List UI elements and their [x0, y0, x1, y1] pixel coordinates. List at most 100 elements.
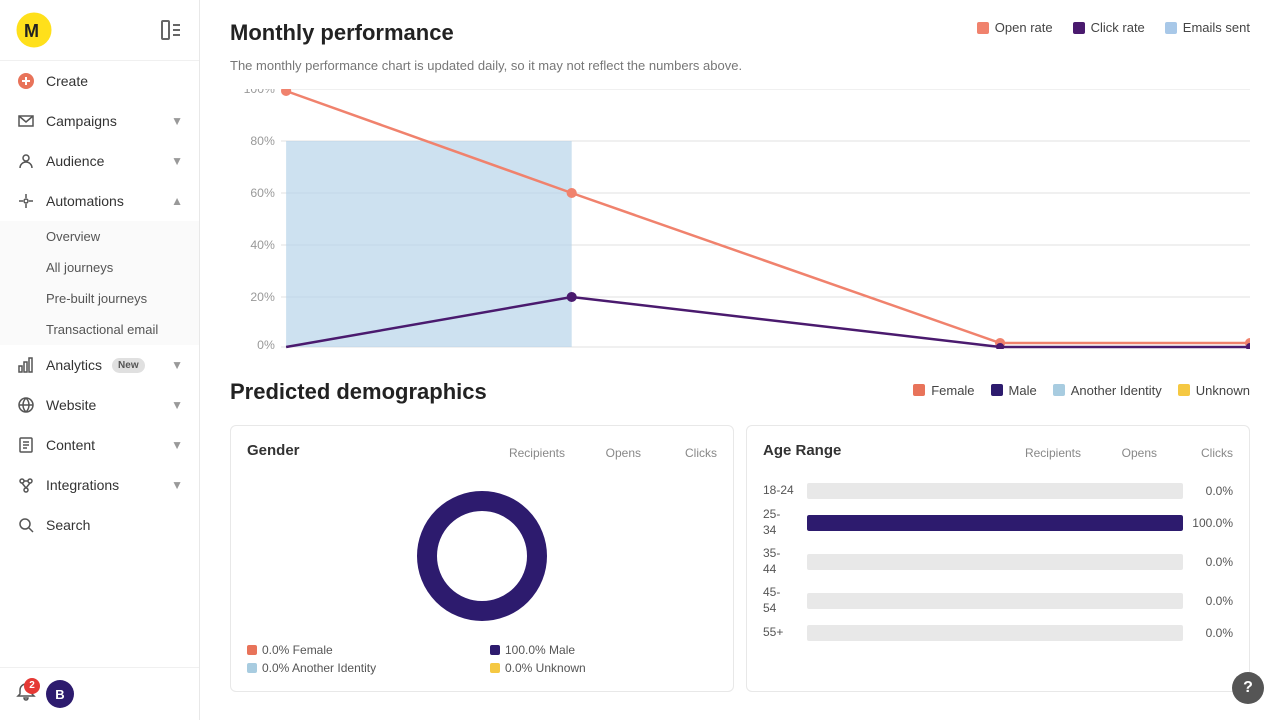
sidebar-item-automations[interactable]: Automations ▲ — [0, 181, 199, 221]
female-legend-dot — [247, 645, 257, 655]
submenu-all-journeys[interactable]: All journeys — [0, 252, 199, 283]
age-range-title: Age Range — [763, 442, 841, 459]
sidebar-item-analytics[interactable]: Analytics New ▼ — [0, 345, 199, 385]
age-bar-container-25-34 — [807, 515, 1183, 531]
age-row-35-44: 35-44 0.0% — [763, 546, 1233, 577]
chart-subtitle: The monthly performance chart is updated… — [230, 58, 1250, 73]
sidebar-item-analytics-label: Analytics — [46, 357, 102, 373]
open-rate-dot-2 — [567, 188, 577, 198]
notification-count: 2 — [24, 678, 40, 694]
sidebar-header: M — [0, 0, 199, 61]
age-bar-container-18-24 — [807, 483, 1183, 499]
website-chevron: ▼ — [171, 398, 183, 412]
legend-click-rate: Click rate — [1073, 20, 1145, 35]
age-row-45-54: 45-54 0.0% — [763, 585, 1233, 616]
age-row-55plus: 55+ 0.0% — [763, 625, 1233, 641]
age-label-45-54: 45-54 — [763, 585, 799, 616]
age-bar-container-45-54 — [807, 593, 1183, 609]
unknown-label: Unknown — [1196, 383, 1250, 398]
user-avatar[interactable]: B — [46, 680, 74, 708]
create-icon — [16, 71, 36, 91]
sidebar-item-audience[interactable]: Audience ▼ — [0, 141, 199, 181]
sidebar-item-campaigns[interactable]: Campaigns ▼ — [0, 101, 199, 141]
click-rate-dot — [1073, 22, 1085, 34]
audience-icon — [16, 151, 36, 171]
legend-female: Female — [913, 383, 974, 398]
demographics-title: Predicted demographics — [230, 379, 487, 405]
age-label-25-34: 25-34 — [763, 507, 799, 538]
age-headers: Recipients Opens Clicks — [1021, 446, 1233, 460]
svg-text:60%: 60% — [250, 186, 275, 200]
female-legend-label: 0.0% Female — [262, 643, 333, 657]
sidebar-toggle-icon[interactable] — [159, 18, 183, 42]
unknown-legend-dot — [490, 663, 500, 673]
legend-another-identity: Another Identity — [1053, 383, 1162, 398]
sidebar-item-search[interactable]: Search — [0, 505, 199, 545]
male-legend-dot — [490, 645, 500, 655]
gender-header-recipients: Recipients — [505, 446, 565, 460]
automations-submenu: Overview All journeys Pre-built journeys… — [0, 221, 199, 345]
open-rate-label: Open rate — [995, 20, 1053, 35]
unknown-legend-label: 0.0% Unknown — [505, 661, 586, 675]
age-pct-25-34: 100.0% — [1191, 516, 1233, 530]
age-bar-container-55plus — [807, 625, 1183, 641]
sidebar-item-website[interactable]: Website ▼ — [0, 385, 199, 425]
another-identity-dot — [1053, 384, 1065, 396]
content-icon — [16, 435, 36, 455]
submenu-transactional-email[interactable]: Transactional email — [0, 314, 199, 345]
sidebar: M Create Campaigns ▼ — [0, 0, 200, 720]
analytics-icon — [16, 355, 36, 375]
another-identity-legend-dot — [247, 663, 257, 673]
gender-headers: Recipients Opens Clicks — [505, 446, 717, 460]
monthly-performance-chart: 100% 80% 60% 40% 20% 0% — [230, 89, 1250, 349]
campaigns-chevron: ▼ — [171, 114, 183, 128]
gender-donut — [247, 481, 717, 631]
age-pct-55plus: 0.0% — [1191, 626, 1233, 640]
analytics-badge: New — [112, 358, 145, 373]
submenu-prebuilt-journeys[interactable]: Pre-built journeys — [0, 283, 199, 314]
legend-emails-sent: Emails sent — [1165, 20, 1250, 35]
automations-icon — [16, 191, 36, 211]
age-rows: 18-24 0.0% 25-34 100.0% — [763, 483, 1233, 641]
chart-legend: Open rate Click rate Emails sent — [977, 20, 1250, 35]
sidebar-item-website-label: Website — [46, 397, 96, 413]
svg-text:M: M — [24, 21, 39, 41]
gender-legend-unknown: 0.0% Unknown — [490, 661, 717, 675]
analytics-chevron: ▼ — [171, 358, 183, 372]
submenu-overview[interactable]: Overview — [0, 221, 199, 252]
age-label-18-24: 18-24 — [763, 483, 799, 499]
svg-text:100%: 100% — [244, 89, 276, 96]
gender-header-opens: Opens — [581, 446, 641, 460]
sidebar-item-create[interactable]: Create — [0, 61, 199, 101]
age-label-55plus: 55+ — [763, 625, 799, 641]
integrations-chevron: ▼ — [171, 478, 183, 492]
age-header-opens: Opens — [1097, 446, 1157, 460]
another-identity-label: Another Identity — [1071, 383, 1162, 398]
main-content: Monthly performance Open rate Click rate… — [200, 0, 1280, 720]
demographics-cards: Gender Recipients Opens Clicks — [230, 425, 1250, 692]
sidebar-item-campaigns-label: Campaigns — [46, 113, 117, 129]
legend-male: Male — [991, 383, 1037, 398]
male-legend-label: 100.0% Male — [505, 643, 575, 657]
help-button[interactable]: ? — [1232, 672, 1264, 704]
svg-text:40%: 40% — [250, 238, 275, 252]
age-pct-45-54: 0.0% — [1191, 594, 1233, 608]
audience-chevron: ▼ — [171, 154, 183, 168]
age-bar-25-34 — [807, 515, 1183, 531]
mailchimp-logo[interactable]: M — [16, 12, 52, 48]
click-rate-label: Click rate — [1091, 20, 1145, 35]
content-chevron: ▼ — [171, 438, 183, 452]
age-row-25-34: 25-34 100.0% — [763, 507, 1233, 538]
sidebar-item-integrations[interactable]: Integrations ▼ — [0, 465, 199, 505]
gender-legend-female: 0.0% Female — [247, 643, 474, 657]
age-pct-18-24: 0.0% — [1191, 484, 1233, 498]
sidebar-item-content[interactable]: Content ▼ — [0, 425, 199, 465]
emails-sent-bar — [286, 141, 572, 347]
page-title: Monthly performance — [230, 20, 454, 54]
another-identity-legend-label: 0.0% Another Identity — [262, 661, 376, 675]
notification-button[interactable]: 2 — [16, 682, 36, 707]
sidebar-item-audience-label: Audience — [46, 153, 104, 169]
emails-sent-dot — [1165, 22, 1177, 34]
age-header-clicks: Clicks — [1173, 446, 1233, 460]
donut-svg — [407, 481, 557, 631]
